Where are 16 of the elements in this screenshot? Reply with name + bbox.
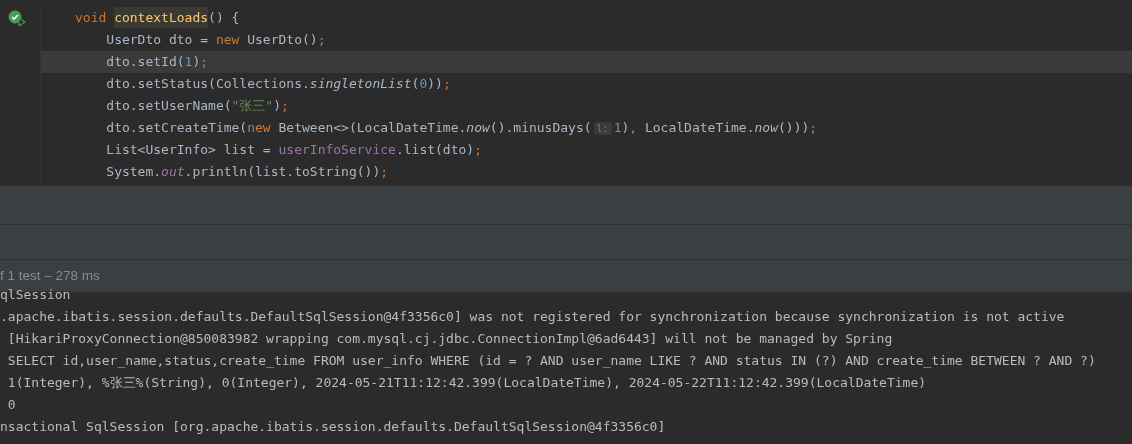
console-line: 1(Integer), %张三%(String), 0(Integer), 2024-05-21T11:12:42.399(LocalDateTime), 2024-05-22T11:12:42.399(LocalDateTime) bbox=[6, 374, 928, 392]
console-line: 0 bbox=[6, 396, 17, 414]
code-line: dto.setUserName("张三"); bbox=[105, 97, 290, 115]
code-line: List<UserInfo> list = userInfoService.list(dto); bbox=[105, 141, 483, 159]
console-line: .apache.ibatis.session.defaults.DefaultSqlSession@4f3356c0] was not registered for synchronization because synchronization is not active bbox=[0, 308, 1066, 326]
console-line: SELECT id,user_name,status,create_time FROM user_info WHERE (id = ? AND user_name LIKE ? AND status IN (?) AND create_time BETWEEN ? AND ?) bbox=[6, 352, 1097, 370]
test-status-text: f 1 test – 278 ms bbox=[0, 268, 100, 283]
console-line: [HikariProxyConnection@850083982 wrapping com.mysql.cj.jdbc.ConnectionImpl@6ad6443] will not be managed by Spring bbox=[6, 330, 894, 348]
code-line: dto.setStatus(Collections.singletonList(0)); bbox=[105, 75, 452, 93]
code-line: dto.setCreateTime(new Between<>(LocalDateTime.now().minusDays( l: 1), LocalDateTime.now())); bbox=[105, 119, 819, 137]
console-line: qlSession bbox=[0, 286, 72, 304]
code-line: void contextLoads() { bbox=[41, 7, 1132, 29]
code-line: UserDto dto = new UserDto(); bbox=[105, 31, 327, 49]
console-line: nsactional SqlSession [org.apache.ibatis.session.defaults.DefaultSqlSession@4f3356c0] bbox=[0, 418, 667, 436]
code-line: System.out.println(list.toString()); bbox=[105, 163, 390, 181]
test-passed-run-icon[interactable] bbox=[8, 10, 26, 26]
